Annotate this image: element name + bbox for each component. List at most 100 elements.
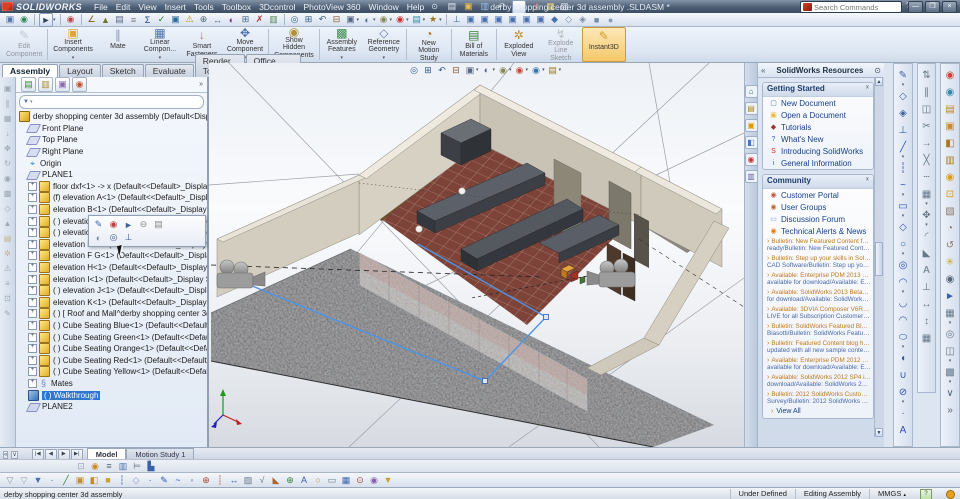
instant3d-button[interactable]: ✎ Instant3D [581, 27, 626, 62]
tree-item[interactable]: + ( ) Cube Seating Yellow<1> (Default<<De… [16, 366, 207, 378]
tree-item[interactable]: + (f) elevation A<1> (Default<<Default>_D… [16, 192, 207, 204]
expand-splitter-button[interactable]: ∨ [11, 451, 18, 459]
viewport-3d-model[interactable] [209, 63, 744, 447]
mirror-entities-icon[interactable]: ◫ [920, 103, 933, 116]
photoview-preview-icon[interactable]: ◉ [89, 460, 101, 472]
pattern-driven-dropdown-icon[interactable]: ▾ [949, 379, 952, 385]
filter-notes-icon[interactable]: A [298, 474, 310, 486]
tree-item-label[interactable]: Right Plane [42, 147, 83, 156]
configurationmanager-tab-icon[interactable]: ▣ [55, 77, 70, 92]
section-view-icon[interactable]: ⊟ [450, 64, 462, 76]
minimize-button[interactable]: — [908, 1, 923, 13]
interference-detection-icon[interactable]: ⚠ [184, 14, 196, 26]
circular-pattern-icon[interactable]: ◎ [944, 328, 957, 341]
appearances-tab-icon[interactable]: ◉ [744, 153, 758, 166]
menu-file[interactable]: File [90, 1, 112, 13]
rotate-component-icon[interactable]: ↻ [2, 158, 13, 169]
tree-item-label[interactable]: ( ) Cube Seating Green<1> (Default<<Defa… [53, 333, 207, 342]
scroll-up-icon[interactable]: ▲ [875, 77, 883, 86]
linear-pattern-icon[interactable]: ▦ [944, 307, 957, 320]
select-arrow-icon[interactable]: ► [39, 12, 53, 27]
tree-item[interactable]: ⌖ Origin [16, 157, 207, 169]
tree-item[interactable]: Front Plane [16, 123, 207, 135]
display-style-icon[interactable]: ◐ [361, 14, 373, 26]
edit-appearance-icon[interactable]: ◉ [944, 69, 957, 82]
collapse-section-icon[interactable]: ☓ [866, 84, 869, 96]
parabola-icon[interactable]: ∪ [897, 369, 910, 382]
news-item[interactable]: Bulletin: Step up your skills in SolidWo… [767, 255, 871, 269]
tree-item-label[interactable]: PLANE2 [42, 402, 73, 411]
measure-icon[interactable]: ∠ [86, 14, 98, 26]
section-properties-icon[interactable]: ▤ [114, 14, 126, 26]
whats-new-link[interactable]: ? What's New [763, 133, 873, 145]
convert-entities-icon[interactable]: ⇅ [920, 69, 933, 82]
move-entities-dropdown-icon[interactable]: ▾ [925, 222, 928, 228]
normal-to-icon[interactable]: ⊥ [122, 231, 135, 244]
view-settings-dropdown-icon[interactable]: ▾ [559, 67, 562, 73]
appearance-ball-icon[interactable]: ◉ [65, 14, 77, 26]
insert-component-icon[interactable]: ▣ [2, 83, 13, 94]
expand-icon[interactable]: + [28, 181, 37, 191]
open-a-document-link[interactable]: ▣ Open a Document [763, 109, 873, 121]
shaded-with-edges-icon[interactable]: ■ [591, 14, 603, 26]
render-options-icon[interactable]: ▧ [944, 205, 957, 218]
filter-solid-bodies-icon[interactable]: ■ [102, 474, 114, 486]
featuremanager-tab-icon[interactable]: ▤ [21, 77, 36, 92]
tree-item-label[interactable]: elevation B<1> (Default<<Default>_Displa… [53, 205, 207, 214]
tree-item[interactable]: + ( ) Cube Seating Orange<1> (Default<<De… [16, 343, 207, 355]
collapse-pane-button[interactable]: « [761, 66, 765, 75]
filter-routing-points-icon[interactable]: ◉ [368, 474, 380, 486]
collapse-panel-button[interactable]: « [3, 451, 9, 459]
curvature-icon[interactable]: ◐ [226, 14, 238, 26]
mate-icon[interactable]: ∥ [2, 98, 13, 109]
expand-icon[interactable]: » [944, 404, 957, 417]
menu-help[interactable]: Help [403, 1, 428, 13]
displaymanager-tab-icon[interactable]: ◉ [72, 77, 87, 92]
tree-item-label[interactable]: floor dxf<1> -> x (Default<<Default>_Dis… [53, 182, 207, 191]
lights-icon[interactable]: ✳ [944, 256, 957, 269]
clear-all-filters-icon[interactable]: ▽ [18, 474, 30, 486]
preview-window-icon[interactable]: ▥ [944, 154, 957, 167]
filter-midpoints-icon[interactable]: ◦ [186, 474, 198, 486]
customer-portal-link[interactable]: ◉ Customer Portal [763, 189, 873, 201]
explode-line-sketch-button[interactable]: ↯ Explode Line Sketch [540, 27, 582, 62]
sketch-chamfer-icon[interactable]: ◣ [920, 247, 933, 260]
zoom-to-selection-icon[interactable]: ◎ [107, 231, 120, 244]
tree-filter-input[interactable]: ▼ ▾ [19, 95, 204, 109]
assembly-features-dropdown-icon[interactable]: ▾ [341, 55, 344, 63]
user-groups-link[interactable]: ◉ User Groups [763, 201, 873, 213]
filter-center-marks-icon[interactable]: ⊕ [200, 474, 212, 486]
view-isometric-icon[interactable]: ◆ [549, 14, 561, 26]
search-input[interactable] [814, 2, 901, 12]
propertymanager-tab-icon[interactable]: ▥ [38, 77, 53, 92]
tree-item[interactable]: Right Plane [16, 146, 207, 158]
tree-item-label[interactable]: ( ) elevation J<1> (Default<<Default>_Di… [53, 286, 207, 295]
status-units-selector[interactable]: MMGS ▴ [869, 489, 914, 499]
view-top-icon[interactable]: ▣ [521, 14, 533, 26]
tree-item[interactable]: Top Plane [16, 134, 207, 146]
corner-rectangle-icon[interactable]: ▭ [897, 200, 910, 213]
new-motion-study-button[interactable]: ◔ New Motion Study [408, 27, 450, 62]
menu-edit[interactable]: Edit [112, 1, 135, 13]
view-orientation-dropdown-icon[interactable]: ▾ [357, 17, 360, 23]
previous-view-icon[interactable]: ↶ [436, 64, 448, 76]
view-settings-icon[interactable]: ★ [427, 14, 439, 26]
view-settings-dropdown-icon[interactable]: ▾ [439, 17, 442, 23]
tree-item[interactable]: + elevation I<1> (Default<<Default>_Displ… [16, 273, 207, 285]
isolate-icon[interactable]: ⊡ [2, 293, 13, 304]
tree-item[interactable]: ( ) Walkthrough [16, 389, 207, 401]
sketch-text-icon[interactable]: A [897, 424, 910, 437]
menu-tools[interactable]: Tools [190, 1, 218, 13]
smart-dimension-icon[interactable]: ◇ [897, 90, 910, 103]
prev-tab-button[interactable]: ◀ [44, 448, 57, 460]
expand-icon[interactable]: + [28, 355, 37, 365]
tree-item[interactable]: + ( ) Cube Seating Blue<1> (Default<<Defa… [16, 319, 207, 332]
previous-view-icon[interactable]: ↶ [317, 14, 329, 26]
zoom-to-area-icon[interactable]: ⊞ [422, 64, 434, 76]
filter-geotol-icon[interactable]: ⊕ [284, 474, 296, 486]
normal-to-icon[interactable]: ⊥ [451, 14, 463, 26]
menu-window[interactable]: Window [364, 1, 402, 13]
tree-item-label[interactable]: (f) elevation A<1> (Default<<Default>_Di… [53, 193, 207, 202]
expand-icon[interactable]: + [28, 205, 37, 215]
render-queue-icon[interactable]: ≡ [103, 460, 115, 472]
